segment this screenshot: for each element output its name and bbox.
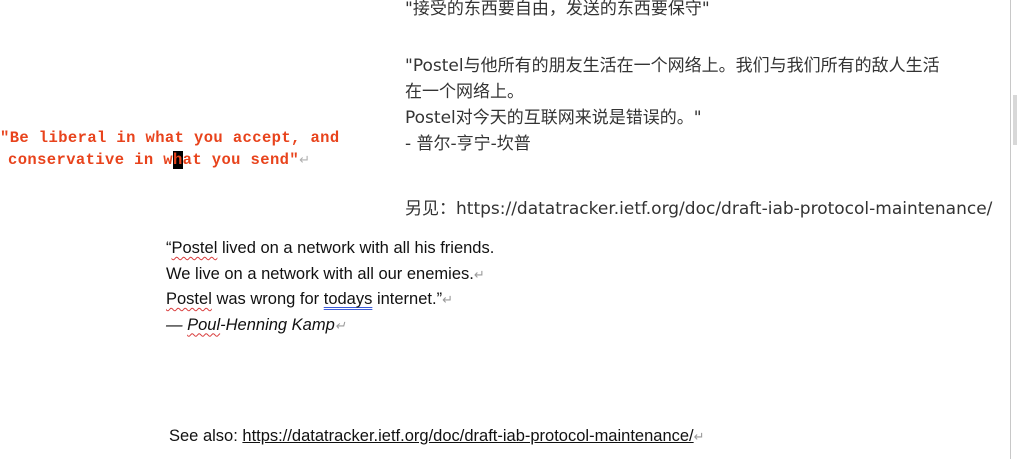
english-quote-line-2-text: We live on a network with all our enemie… xyxy=(166,264,474,283)
grammar-flag-todays[interactable]: todays xyxy=(324,290,373,308)
english-quote-line-3: Postel was wrong for todays internet.”↵ xyxy=(166,287,766,313)
red-quote: "Be liberal in what you accept, and cons… xyxy=(0,127,400,171)
chinese-quote-line-3: Postel对今天的互联网来说是错误的。" xyxy=(405,108,702,128)
see-also-link[interactable]: https://datatracker.ietf.org/doc/draft-i… xyxy=(242,427,693,445)
text-cursor[interactable]: h xyxy=(172,151,183,169)
red-quote-line-2-start: conservative in w xyxy=(8,151,173,169)
paragraph-mark-icon: ↵ xyxy=(299,152,311,167)
chinese-quote-line-1: "Postel与他所有的朋友生活在一个网络上。我们与我们所有的敌人生活 xyxy=(405,56,940,76)
chinese-motto: "接受的东西要自由，发送的东西要保守" xyxy=(405,0,710,19)
english-quote-line-3-mid: was wrong for xyxy=(211,290,324,308)
paragraph-mark-icon: ↵ xyxy=(442,292,453,307)
spelling-flag-postel-2[interactable]: Postel xyxy=(166,290,212,308)
em-dash: — xyxy=(166,315,188,334)
red-quote-line-2-end: at you send" xyxy=(182,151,300,169)
chinese-quote-line-2: 在一个网络上。 xyxy=(405,82,524,102)
english-quote-line-3-end: internet.” xyxy=(372,290,443,308)
chinese-quote-paragraph: "Postel与他所有的朋友生活在一个网络上。我们与我们所有的敌人生活 在一个网… xyxy=(405,53,1005,157)
red-quote-line-1: "Be liberal in what you accept, and xyxy=(0,129,340,147)
see-also-label: See also: xyxy=(169,427,243,445)
see-also-line: See also: https://datatracker.ietf.org/d… xyxy=(169,427,705,446)
english-quote-line-1-rest: lived on a network with all his friends. xyxy=(217,239,495,257)
english-quote-line-1: “Postel lived on a network with all his … xyxy=(166,236,766,262)
english-quote: “Postel lived on a network with all his … xyxy=(166,236,766,338)
english-quote-line-2: We live on a network with all our enemie… xyxy=(166,262,766,288)
english-quote-attribution: — Poul-Henning Kamp↵ xyxy=(166,313,766,339)
red-quote-line-2: conservative in what you send"↵ xyxy=(0,149,400,171)
paragraph-mark-icon: ↵ xyxy=(473,266,485,282)
chinese-quote-attribution: - 普尔-亨宁-坎普 xyxy=(405,134,531,154)
chinese-see-also[interactable]: 另见：https://datatracker.ietf.org/doc/draf… xyxy=(405,196,992,222)
spelling-flag-postel[interactable]: Postel xyxy=(172,239,218,257)
spelling-flag-poul[interactable]: Poul xyxy=(187,316,220,334)
english-quote-author-rest: -Henning Kamp xyxy=(220,315,335,334)
scroll-marker xyxy=(1013,95,1017,145)
paragraph-mark-icon: ↵ xyxy=(693,429,705,444)
page-edge xyxy=(1010,0,1011,459)
paragraph-mark-icon: ↵ xyxy=(334,317,346,333)
